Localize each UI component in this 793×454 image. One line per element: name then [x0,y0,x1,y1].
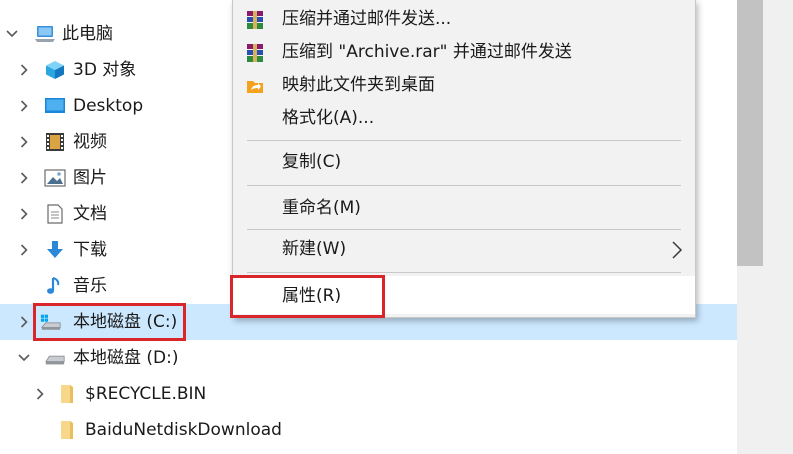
menu-item-compress-archive-email[interactable]: 压缩到 "Archive.rar" 并通过邮件发送 [233,36,695,69]
3d-objects-icon [44,60,66,80]
tree-item-label: $RECYCLE.BIN [85,384,207,404]
drive-icon [44,348,66,368]
vertical-scrollbar[interactable] [737,0,793,454]
chevron-right-icon [671,241,683,259]
tree-item-label: 3D 对象 [73,60,137,80]
menu-item-label: 格式化(A)... [282,108,375,128]
tree-item-baidunetdisk[interactable]: BaiduNetdiskDownload [0,412,737,448]
documents-icon [44,204,66,224]
chevron-right-icon[interactable] [16,206,32,222]
menu-item-label: 重命名(M) [282,198,361,218]
menu-item-copy[interactable]: 复制(C) [233,146,695,179]
tree-item-label: 图片 [73,168,107,188]
highlight-box-drive-c [33,303,186,341]
shortcut-folder-icon [245,76,265,96]
tree-item-label: 本地磁盘 (D:) [73,348,179,368]
tree-item-drive-d[interactable]: 本地磁盘 (D:) [0,340,737,376]
pictures-icon [44,168,66,188]
menu-item-rename[interactable]: 重命名(M) [233,192,695,225]
chevron-down-icon[interactable] [4,26,20,42]
video-icon [44,132,66,152]
tree-item-label: BaiduNetdiskDownload [85,420,282,440]
menu-item-label: 复制(C) [282,152,342,172]
scrollbar-thumb[interactable] [737,0,763,266]
chevron-right-icon[interactable] [32,386,48,402]
desktop-icon [44,96,66,116]
menu-separator [247,229,681,230]
tree-item-label: 音乐 [73,276,107,296]
chevron-right-icon[interactable] [16,170,32,186]
menu-item-label: 压缩并通过邮件发送... [282,9,452,29]
menu-item-label: 映射此文件夹到桌面 [282,75,435,95]
chevron-right-icon[interactable] [16,242,32,258]
winrar-icon [245,10,265,30]
chevron-right-icon[interactable] [16,98,32,114]
winrar-icon [245,43,265,63]
context-menu: 压缩并通过邮件发送... 压缩到 "Archive.rar" 并通过邮件发送 映… [232,0,696,318]
tree-item-label: 文档 [73,204,107,224]
chevron-right-icon[interactable] [16,314,32,330]
highlight-box-properties [230,275,385,318]
folder-icon [56,384,78,404]
downloads-icon [44,240,66,260]
menu-separator [247,185,681,186]
chevron-right-icon[interactable] [16,62,32,78]
menu-item-format[interactable]: 格式化(A)... [233,102,695,135]
music-icon [44,276,66,296]
menu-item-new[interactable]: 新建(W) [233,233,695,266]
tree-item-label: 下载 [73,240,107,260]
computer-icon [34,24,56,44]
menu-item-map-to-desktop[interactable]: 映射此文件夹到桌面 [233,69,695,102]
tree-item-label: Desktop [73,96,144,116]
chevron-down-icon[interactable] [16,350,32,366]
tree-item-recycle-bin[interactable]: $RECYCLE.BIN [0,376,737,412]
tree-item-label: 视频 [73,132,107,152]
menu-item-label: 新建(W) [282,239,347,259]
folder-icon [56,420,78,440]
menu-separator [247,140,681,141]
chevron-right-icon[interactable] [16,134,32,150]
tree-item-label: 此电脑 [62,24,113,44]
menu-item-compress-email[interactable]: 压缩并通过邮件发送... [233,3,695,36]
menu-item-label: 压缩到 "Archive.rar" 并通过邮件发送 [282,42,572,62]
menu-separator [247,272,681,273]
